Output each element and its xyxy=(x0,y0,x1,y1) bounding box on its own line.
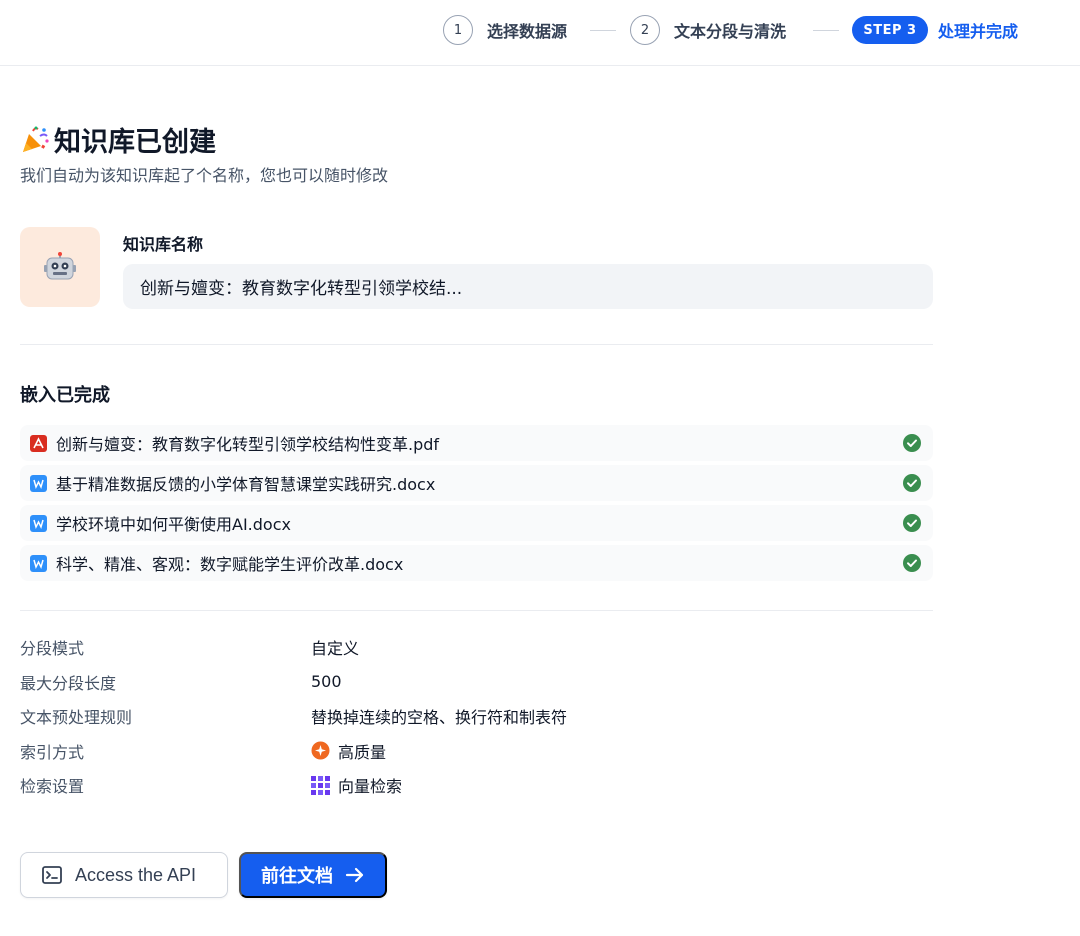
step-2: 2 文本分段与清洗 xyxy=(630,15,786,45)
file-row: 学校环境中如何平衡使用AI.docx xyxy=(20,505,933,541)
check-circle-icon xyxy=(903,514,921,532)
divider xyxy=(20,344,933,345)
word-file-icon xyxy=(30,474,47,492)
step-1-label: 选择数据源 xyxy=(487,22,568,41)
check-circle-icon xyxy=(903,554,921,572)
setting-value: 向量检索 xyxy=(338,777,403,797)
setting-value: 500 xyxy=(311,672,342,692)
step-connector xyxy=(590,30,616,31)
go-to-documents-label: 前往文档 xyxy=(261,866,333,886)
setting-row: 最大分段长度 500 xyxy=(20,665,933,700)
step-3-badge: STEP 3 xyxy=(852,16,928,44)
setting-value-wrap: 向量检索 xyxy=(311,773,402,797)
setting-row: 分段模式 自定义 xyxy=(20,630,933,665)
step-connector xyxy=(813,30,839,31)
step-3: STEP 3 处理并完成 xyxy=(852,15,1018,45)
file-row: 创新与嬗变：教育数字化转型引领学校结构性变革.pdf xyxy=(20,425,933,461)
page-subtitle: 我们自动为该知识库起了个名称，您也可以随时修改 xyxy=(20,166,389,185)
setting-value: 高质量 xyxy=(338,742,387,762)
pdf-file-icon xyxy=(30,434,47,452)
setting-key: 检索设置 xyxy=(20,777,85,797)
setting-row: 索引方式 高质量 xyxy=(20,734,933,769)
stepper: 1 选择数据源 2 文本分段与清洗 STEP 3 处理并完成 xyxy=(0,0,1080,66)
vector-search-icon xyxy=(311,775,330,795)
step-2-label: 文本分段与清洗 xyxy=(674,22,787,41)
file-list: 创新与嬗变：教育数字化转型引领学校结构性变革.pdf 基于精准数据反馈的小学体育… xyxy=(20,425,933,585)
file-name: 科学、精准、客观：数字赋能学生评价改革.docx xyxy=(56,555,404,574)
robot-icon xyxy=(44,252,76,280)
file-name: 学校环境中如何平衡使用AI.docx xyxy=(56,515,291,534)
kb-name-label: 知识库名称 xyxy=(123,235,204,254)
terminal-icon xyxy=(42,866,62,884)
file-name: 基于精准数据反馈的小学体育智慧课堂实践研究.docx xyxy=(56,475,436,494)
setting-key: 最大分段长度 xyxy=(20,673,117,693)
step-2-number: 2 xyxy=(630,15,660,45)
arrow-right-icon xyxy=(345,867,364,883)
check-circle-icon xyxy=(903,474,921,492)
step-3-label: 处理并完成 xyxy=(938,22,1019,41)
setting-value: 自定义 xyxy=(311,639,360,659)
party-popper-icon xyxy=(23,126,49,152)
page-title: 知识库已创建 xyxy=(54,127,216,158)
setting-row: 文本预处理规则 替换掉连续的空格、换行符和制表符 xyxy=(20,699,933,734)
check-circle-icon xyxy=(903,434,921,452)
kb-avatar[interactable] xyxy=(20,227,100,307)
file-row: 基于精准数据反馈的小学体育智慧课堂实践研究.docx xyxy=(20,465,933,501)
word-file-icon xyxy=(30,554,47,572)
title-row: 知识库已创建 xyxy=(20,120,216,159)
settings-summary: 分段模式 自定义 最大分段长度 500 文本预处理规则 替换掉连续的空格、换行符… xyxy=(20,630,933,803)
high-quality-icon xyxy=(311,741,330,760)
file-name: 创新与嬗变：教育数字化转型引领学校结构性变革.pdf xyxy=(56,435,440,454)
access-api-label: Access the API xyxy=(75,864,197,885)
setting-value-wrap: 高质量 xyxy=(311,739,386,763)
access-api-button[interactable]: Access the API xyxy=(20,852,228,898)
setting-key: 文本预处理规则 xyxy=(20,708,133,728)
setting-value: 替换掉连续的空格、换行符和制表符 xyxy=(311,708,568,728)
file-row: 科学、精准、客观：数字赋能学生评价改革.docx xyxy=(20,545,933,581)
step-1: 1 选择数据源 xyxy=(443,15,567,45)
step-1-number: 1 xyxy=(443,15,473,45)
embedding-title: 嵌入已完成 xyxy=(20,385,110,406)
setting-key: 索引方式 xyxy=(20,742,85,762)
word-file-icon xyxy=(30,514,47,532)
kb-name-input[interactable]: 创新与嬗变：教育数字化转型引领学校结... xyxy=(123,264,933,309)
go-to-documents-button[interactable]: 前往文档 xyxy=(239,852,387,898)
setting-row: 检索设置 向量检索 xyxy=(20,768,933,803)
setting-key: 分段模式 xyxy=(20,639,85,659)
divider xyxy=(20,610,933,611)
